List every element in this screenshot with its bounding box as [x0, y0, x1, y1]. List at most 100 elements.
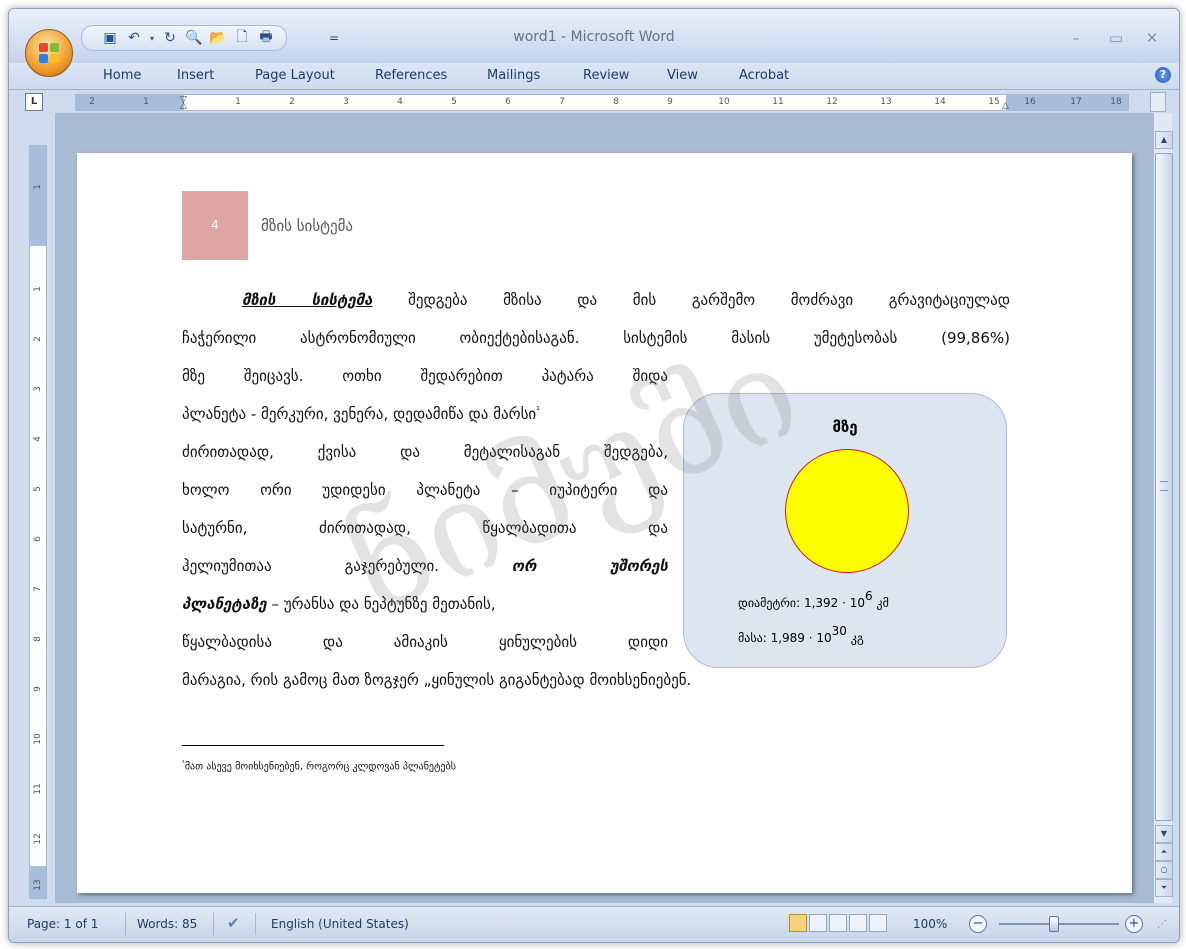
ruler-label: 3	[33, 386, 43, 392]
paragraph-line: მარაგია, რის გამოც მათ ზოგჯერ „ყინულის გ…	[182, 671, 692, 689]
tab-mailings[interactable]: Mailings	[487, 68, 540, 83]
hanging-indent-marker[interactable]: △	[180, 101, 187, 110]
ruler-label: 11	[33, 783, 43, 795]
scroll-up-icon[interactable]: ▲	[1155, 131, 1173, 149]
emphasis-text: პლანეტაზე	[182, 595, 267, 613]
print-layout-view-icon[interactable]	[789, 914, 807, 932]
ruler-label: 12	[33, 833, 43, 845]
ruler-top-margin	[30, 146, 46, 246]
ruler-label: 14	[934, 97, 946, 107]
help-icon[interactable]: ?	[1155, 67, 1171, 83]
ruler-label: 10	[718, 97, 730, 107]
word-window: ▣ ↶ ▾ ↻ 🔍 📂 🗋 🖶 = word1 - Microsoft Word…	[8, 8, 1180, 943]
tab-insert[interactable]: Insert	[177, 68, 214, 83]
window-title: word1 - Microsoft Word	[513, 29, 675, 45]
paragraph-line: მზე შეიცავს. ოთხი შედარებით პატარა შიდა	[182, 367, 668, 385]
maximize-button[interactable]: ▭	[1101, 29, 1131, 49]
zoom-slider-thumb[interactable]	[1049, 916, 1059, 932]
ruler-label: 2	[33, 336, 43, 342]
footnote-text: მათ ასევე მოიხსენიებენ, როგორც კლდოვან პ…	[184, 761, 457, 773]
status-separator	[125, 913, 126, 935]
mass-unit: კგ	[850, 631, 864, 645]
mass-label: მასა: 1,989 · 10	[738, 631, 832, 645]
ruler-label: 8	[33, 636, 43, 642]
close-button[interactable]: ✕	[1137, 29, 1167, 49]
section-title: მზის სისტემა	[261, 217, 354, 235]
tab-references[interactable]: References	[375, 68, 447, 83]
web-layout-icon[interactable]	[829, 914, 847, 932]
line-text: ჰელიუმითაა გაჯერებული.	[182, 557, 439, 575]
ruler-label: 12	[826, 97, 838, 107]
title-bar: ▣ ↶ ▾ ↻ 🔍 📂 🗋 🖶 = word1 - Microsoft Word…	[9, 9, 1179, 63]
paragraph-line: ძირითადად, ქვისა და მეტალისაგან შედგება,	[182, 443, 668, 461]
ruler-label: 6	[33, 536, 43, 542]
outline-view-icon[interactable]	[849, 914, 867, 932]
paragraph-line: პლანეტაზე – ურანსა და ნეპტუნზე მეთანის,	[182, 595, 496, 613]
select-browse-object-icon[interactable]: ○	[1155, 861, 1173, 879]
ruler-label: 5	[33, 486, 43, 492]
full-screen-reading-icon[interactable]	[809, 914, 827, 932]
emphasis-text: ორ უშორეს	[511, 557, 668, 575]
next-page-icon[interactable]: ⏷	[1155, 879, 1173, 897]
document-page[interactable]: 4 მზის სისტემა მზის სისტემა შედგება მზის…	[77, 153, 1132, 893]
footnote-marker: ¹	[536, 406, 540, 416]
proofing-icon[interactable]: ✔	[227, 914, 240, 932]
tab-selector-button[interactable]: L	[25, 93, 43, 111]
resize-grip-icon[interactable]: ⋰	[1157, 919, 1167, 930]
tab-review[interactable]: Review	[583, 68, 629, 83]
office-logo-icon	[39, 43, 59, 63]
word-count[interactable]: Words: 85	[137, 917, 197, 931]
zoom-in-button[interactable]: +	[1125, 915, 1143, 933]
grip-icon	[1160, 481, 1168, 491]
footnote-separator	[182, 745, 444, 746]
ruler-label: 1	[33, 184, 43, 190]
diameter-label: დიამეტრი: 1,392 · 10	[738, 596, 866, 610]
ruler-label: 9	[667, 97, 673, 107]
vertical-ruler[interactable]: 1 1 2 3 4 5 6 7 8 9 10 11 12 13	[29, 145, 47, 899]
scroll-down-icon[interactable]: ▼	[1155, 825, 1173, 843]
sun-diameter: დიამეტრი: 1,392 · 106 კმ	[738, 589, 889, 610]
vertical-scrollbar[interactable]: ▲ ▼ ⏶ ○ ⏷	[1153, 113, 1173, 903]
paragraph-line: ჰელიუმითაა გაჯერებული. ორ უშორეს	[182, 557, 668, 575]
ruler-label: 2	[289, 97, 295, 107]
ruler-label: 1	[33, 286, 43, 292]
right-indent-marker[interactable]: △	[1002, 101, 1009, 110]
zoom-slider-track[interactable]	[999, 923, 1119, 925]
sun-box-title: მზე	[832, 418, 858, 436]
office-button[interactable]	[25, 29, 73, 77]
ruler-label: 2	[89, 97, 95, 107]
ruler-label: 10	[33, 733, 43, 745]
ruler-label: 7	[559, 97, 565, 107]
ruler-row: L 2 1 1 2 3 4 5 6 7 8 9 10 11 12 13 14 1…	[9, 90, 1179, 112]
footnote: ¹მათ ასევე მოიხსენიებენ, როგორც კლდოვან …	[182, 759, 456, 772]
tab-view[interactable]: View	[667, 68, 698, 83]
view-ruler-icon[interactable]	[1150, 92, 1166, 112]
line-text: პლანეტა - მერკური, ვენერა, დედამიწა და მ…	[182, 405, 537, 423]
sun-circle	[785, 449, 909, 573]
zoom-level[interactable]: 100%	[913, 917, 947, 931]
sun-info-box[interactable]: მზე დიამეტრი: 1,392 · 106 კმ მასა: 1,989…	[683, 393, 1007, 668]
tab-home[interactable]: Home	[103, 68, 141, 83]
zoom-out-button[interactable]: −	[969, 915, 987, 933]
horizontal-ruler[interactable]: 2 1 1 2 3 4 5 6 7 8 9 10 11 12 13 14 15 …	[75, 94, 1129, 111]
ruler-label: 7	[33, 586, 43, 592]
draft-view-icon[interactable]	[869, 914, 887, 932]
previous-page-icon[interactable]: ⏶	[1155, 843, 1173, 861]
minimize-button[interactable]: –	[1061, 29, 1091, 49]
ruler-label: 9	[33, 686, 43, 692]
ruler-label: 1	[235, 97, 241, 107]
ruler-label: 3	[343, 97, 349, 107]
ribbon-tabs: Home Insert Page Layout References Maili…	[9, 63, 1179, 90]
page-count[interactable]: Page: 1 of 1	[27, 917, 98, 931]
paragraph-line: წყალბადისა და ამიაკის ყინულების დიდი	[182, 633, 668, 651]
line-text: შედგება მზისა და მის გარშემო მოძრავი გრა…	[408, 291, 1010, 309]
section-number-badge: 4	[182, 191, 248, 260]
scrollbar-thumb[interactable]	[1155, 153, 1173, 821]
ruler-label: 4	[33, 436, 43, 442]
tab-acrobat[interactable]: Acrobat	[739, 68, 789, 83]
ruler-label: 6	[505, 97, 511, 107]
language-status[interactable]: English (United States)	[271, 917, 409, 931]
diameter-unit: კმ	[876, 596, 889, 610]
ruler-label: 4	[397, 97, 403, 107]
tab-page-layout[interactable]: Page Layout	[255, 68, 335, 83]
